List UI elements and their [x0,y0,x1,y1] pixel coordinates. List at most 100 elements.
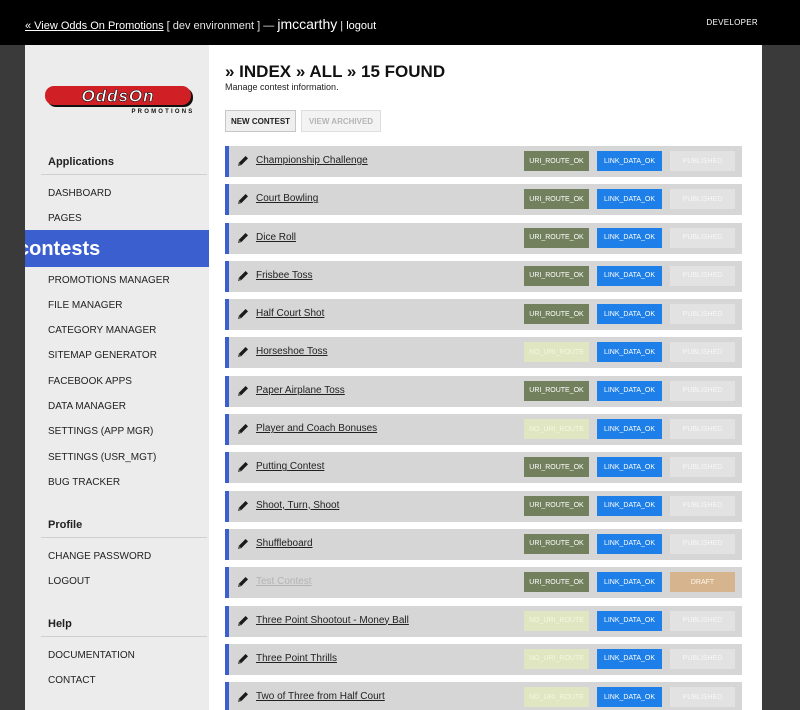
status-badge[interactable]: PUBLISHED [670,687,735,708]
link-data-badge[interactable]: LINK_DATA_OK [597,380,662,401]
status-badge[interactable]: PUBLISHED [670,419,735,440]
status-badge[interactable]: PUBLISHED [670,457,735,478]
status-badge[interactable]: PUBLISHED [670,189,735,210]
edit-pencil-icon[interactable] [236,690,250,704]
status-badge[interactable]: PUBLISHED [670,265,735,286]
link-data-badge[interactable]: LINK_DATA_OK [597,572,662,593]
edit-pencil-icon[interactable] [236,499,250,513]
nav-facebook-apps[interactable]: FACEBOOK APPS [48,376,132,387]
profile-heading: Profile [48,519,83,531]
uri-route-badge: URI_ROUTE_OK [524,572,589,593]
edit-pencil-icon[interactable] [236,384,250,398]
status-badge[interactable]: PUBLISHED [670,380,735,401]
status-badge[interactable]: PUBLISHED [670,342,735,363]
link-data-badge[interactable]: LINK_DATA_OK [597,533,662,554]
applications-heading: Applications [48,156,115,168]
edit-pencil-icon[interactable] [236,422,250,436]
contest-name-link[interactable]: Three Point Thrills [256,653,337,664]
edit-pencil-icon[interactable] [236,154,250,168]
contest-name-link[interactable]: Half Court Shot [256,308,324,319]
uri-route-badge: NO_URI_ROUTE [524,419,589,440]
nav-file-manager[interactable]: FILE MANAGER [48,300,122,311]
status-badge[interactable]: PUBLISHED [670,227,735,248]
nav-settings-usr-mgt[interactable]: SETTINGS (USR_MGT) [48,452,156,463]
contest-row: Test Contest URI_ROUTE_OK LINK_DATA_OK DRAF… [225,567,742,599]
edit-pencil-icon[interactable] [236,269,250,283]
link-data-badge[interactable]: LINK_DATA_OK [597,610,662,631]
logo-tagline: PROMOTIONS [131,109,194,115]
status-badge[interactable]: PUBLISHED [670,533,735,554]
nav-documentation[interactable]: DOCUMENTATION [48,650,135,661]
environment-label: [ dev environment ] — [166,20,275,32]
nav-bug-tracker[interactable]: BUG TRACKER [48,477,120,488]
nav-dashboard[interactable]: DASHBOARD [48,188,111,199]
status-badge[interactable]: PUBLISHED [670,610,735,631]
link-data-badge[interactable]: LINK_DATA_OK [597,419,662,440]
contest-name-link[interactable]: Player and Coach Bonuses [256,423,377,434]
nav-contests-label: contests [25,238,101,260]
nav-promotions-manager[interactable]: PROMOTIONS MANAGER [48,275,170,286]
contest-row: Frisbee Toss URI_ROUTE_OK LINK_DATA_OK PUBL… [225,260,742,292]
link-data-badge[interactable]: LINK_DATA_OK [597,495,662,516]
status-badge[interactable]: PUBLISHED [670,304,735,325]
oddson-logo[interactable]: OddsOn PROMOTIONS [43,85,195,115]
nav-data-manager[interactable]: DATA MANAGER [48,401,126,412]
contest-name-link[interactable]: Court Bowling [256,193,318,204]
view-site-link[interactable]: « View Odds On Promotions [25,20,164,32]
edit-pencil-icon[interactable] [236,192,250,206]
contest-name-link[interactable]: Championship Challenge [256,155,368,166]
status-badge[interactable]: PUBLISHED [670,648,735,669]
contest-name-link[interactable]: Putting Contest [256,461,324,472]
edit-pencil-icon[interactable] [236,537,250,551]
divider [41,636,207,637]
edit-pencil-icon[interactable] [236,307,250,321]
contest-name-link[interactable]: Test Contest [256,576,312,587]
edit-pencil-icon[interactable] [236,231,250,245]
nav-change-password[interactable]: CHANGE PASSWORD [48,551,151,562]
contest-row: Two of Three from Half Court NO_URI_ROUTE… [225,682,742,710]
status-badge[interactable]: PUBLISHED [670,151,735,171]
edit-pencil-icon[interactable] [236,652,250,666]
link-data-badge[interactable]: LINK_DATA_OK [597,648,662,669]
link-data-badge[interactable]: LINK_DATA_OK [597,342,662,363]
view-archived-button[interactable]: VIEW ARCHIVED [301,110,381,132]
status-badge[interactable]: DRAFT [670,572,735,593]
nav-logout[interactable]: LOGOUT [48,576,90,587]
nav-category-manager[interactable]: CATEGORY MANAGER [48,325,156,336]
uri-route-badge: NO_URI_ROUTE [524,687,589,708]
nav-settings-app-mgr[interactable]: SETTINGS (APP MGR) [48,426,153,437]
link-data-badge[interactable]: LINK_DATA_OK [597,151,662,171]
edit-pencil-icon[interactable] [236,575,250,589]
contest-list: Championship Challenge URI_ROUTE_OK LINK_D… [225,146,742,710]
link-data-badge[interactable]: LINK_DATA_OK [597,304,662,325]
contest-row: Horseshoe Toss NO_URI_ROUTE LINK_DATA_OK PU… [225,337,742,369]
contest-name-link[interactable]: Two of Three from Half Court [256,691,385,702]
nav-contact[interactable]: CONTACT [48,675,96,686]
edit-pencil-icon[interactable] [236,460,250,474]
logout-link[interactable]: logout [346,20,376,32]
contest-name-link[interactable]: Horseshoe Toss [256,346,328,357]
contest-row: Player and Coach Bonuses NO_URI_ROUTE LINK… [225,414,742,446]
contest-name-link[interactable]: Paper Airplane Toss [256,385,345,396]
uri-route-badge: URI_ROUTE_OK [524,380,589,401]
contest-name-link[interactable]: Dice Roll [256,232,296,243]
contest-name-link[interactable]: Frisbee Toss [256,270,313,281]
link-data-badge[interactable]: LINK_DATA_OK [597,189,662,210]
edit-pencil-icon[interactable] [236,345,250,359]
contest-name-link[interactable]: Shoot, Turn, Shoot [256,500,339,511]
logo-word: OddsOn [81,87,154,106]
contest-row: Court Bowling URI_ROUTE_OK LINK_DATA_OK PUB… [225,184,742,216]
contest-name-link[interactable]: Shuffleboard [256,538,313,549]
link-data-badge[interactable]: LINK_DATA_OK [597,227,662,248]
new-contest-button[interactable]: NEW CONTEST [225,110,296,132]
link-data-badge[interactable]: LINK_DATA_OK [597,265,662,286]
status-badge[interactable]: PUBLISHED [670,495,735,516]
edit-pencil-icon[interactable] [236,614,250,628]
uri-route-badge: URI_ROUTE_OK [524,265,589,286]
link-data-badge[interactable]: LINK_DATA_OK [597,457,662,478]
nav-pages[interactable]: PAGES [48,213,82,224]
nav-sitemap-generator[interactable]: SITEMAP GENERATOR [48,350,157,361]
contest-name-link[interactable]: Three Point Shootout - Money Ball [256,615,409,626]
nav-contests-active[interactable]: contests [25,230,209,267]
link-data-badge[interactable]: LINK_DATA_OK [597,687,662,708]
